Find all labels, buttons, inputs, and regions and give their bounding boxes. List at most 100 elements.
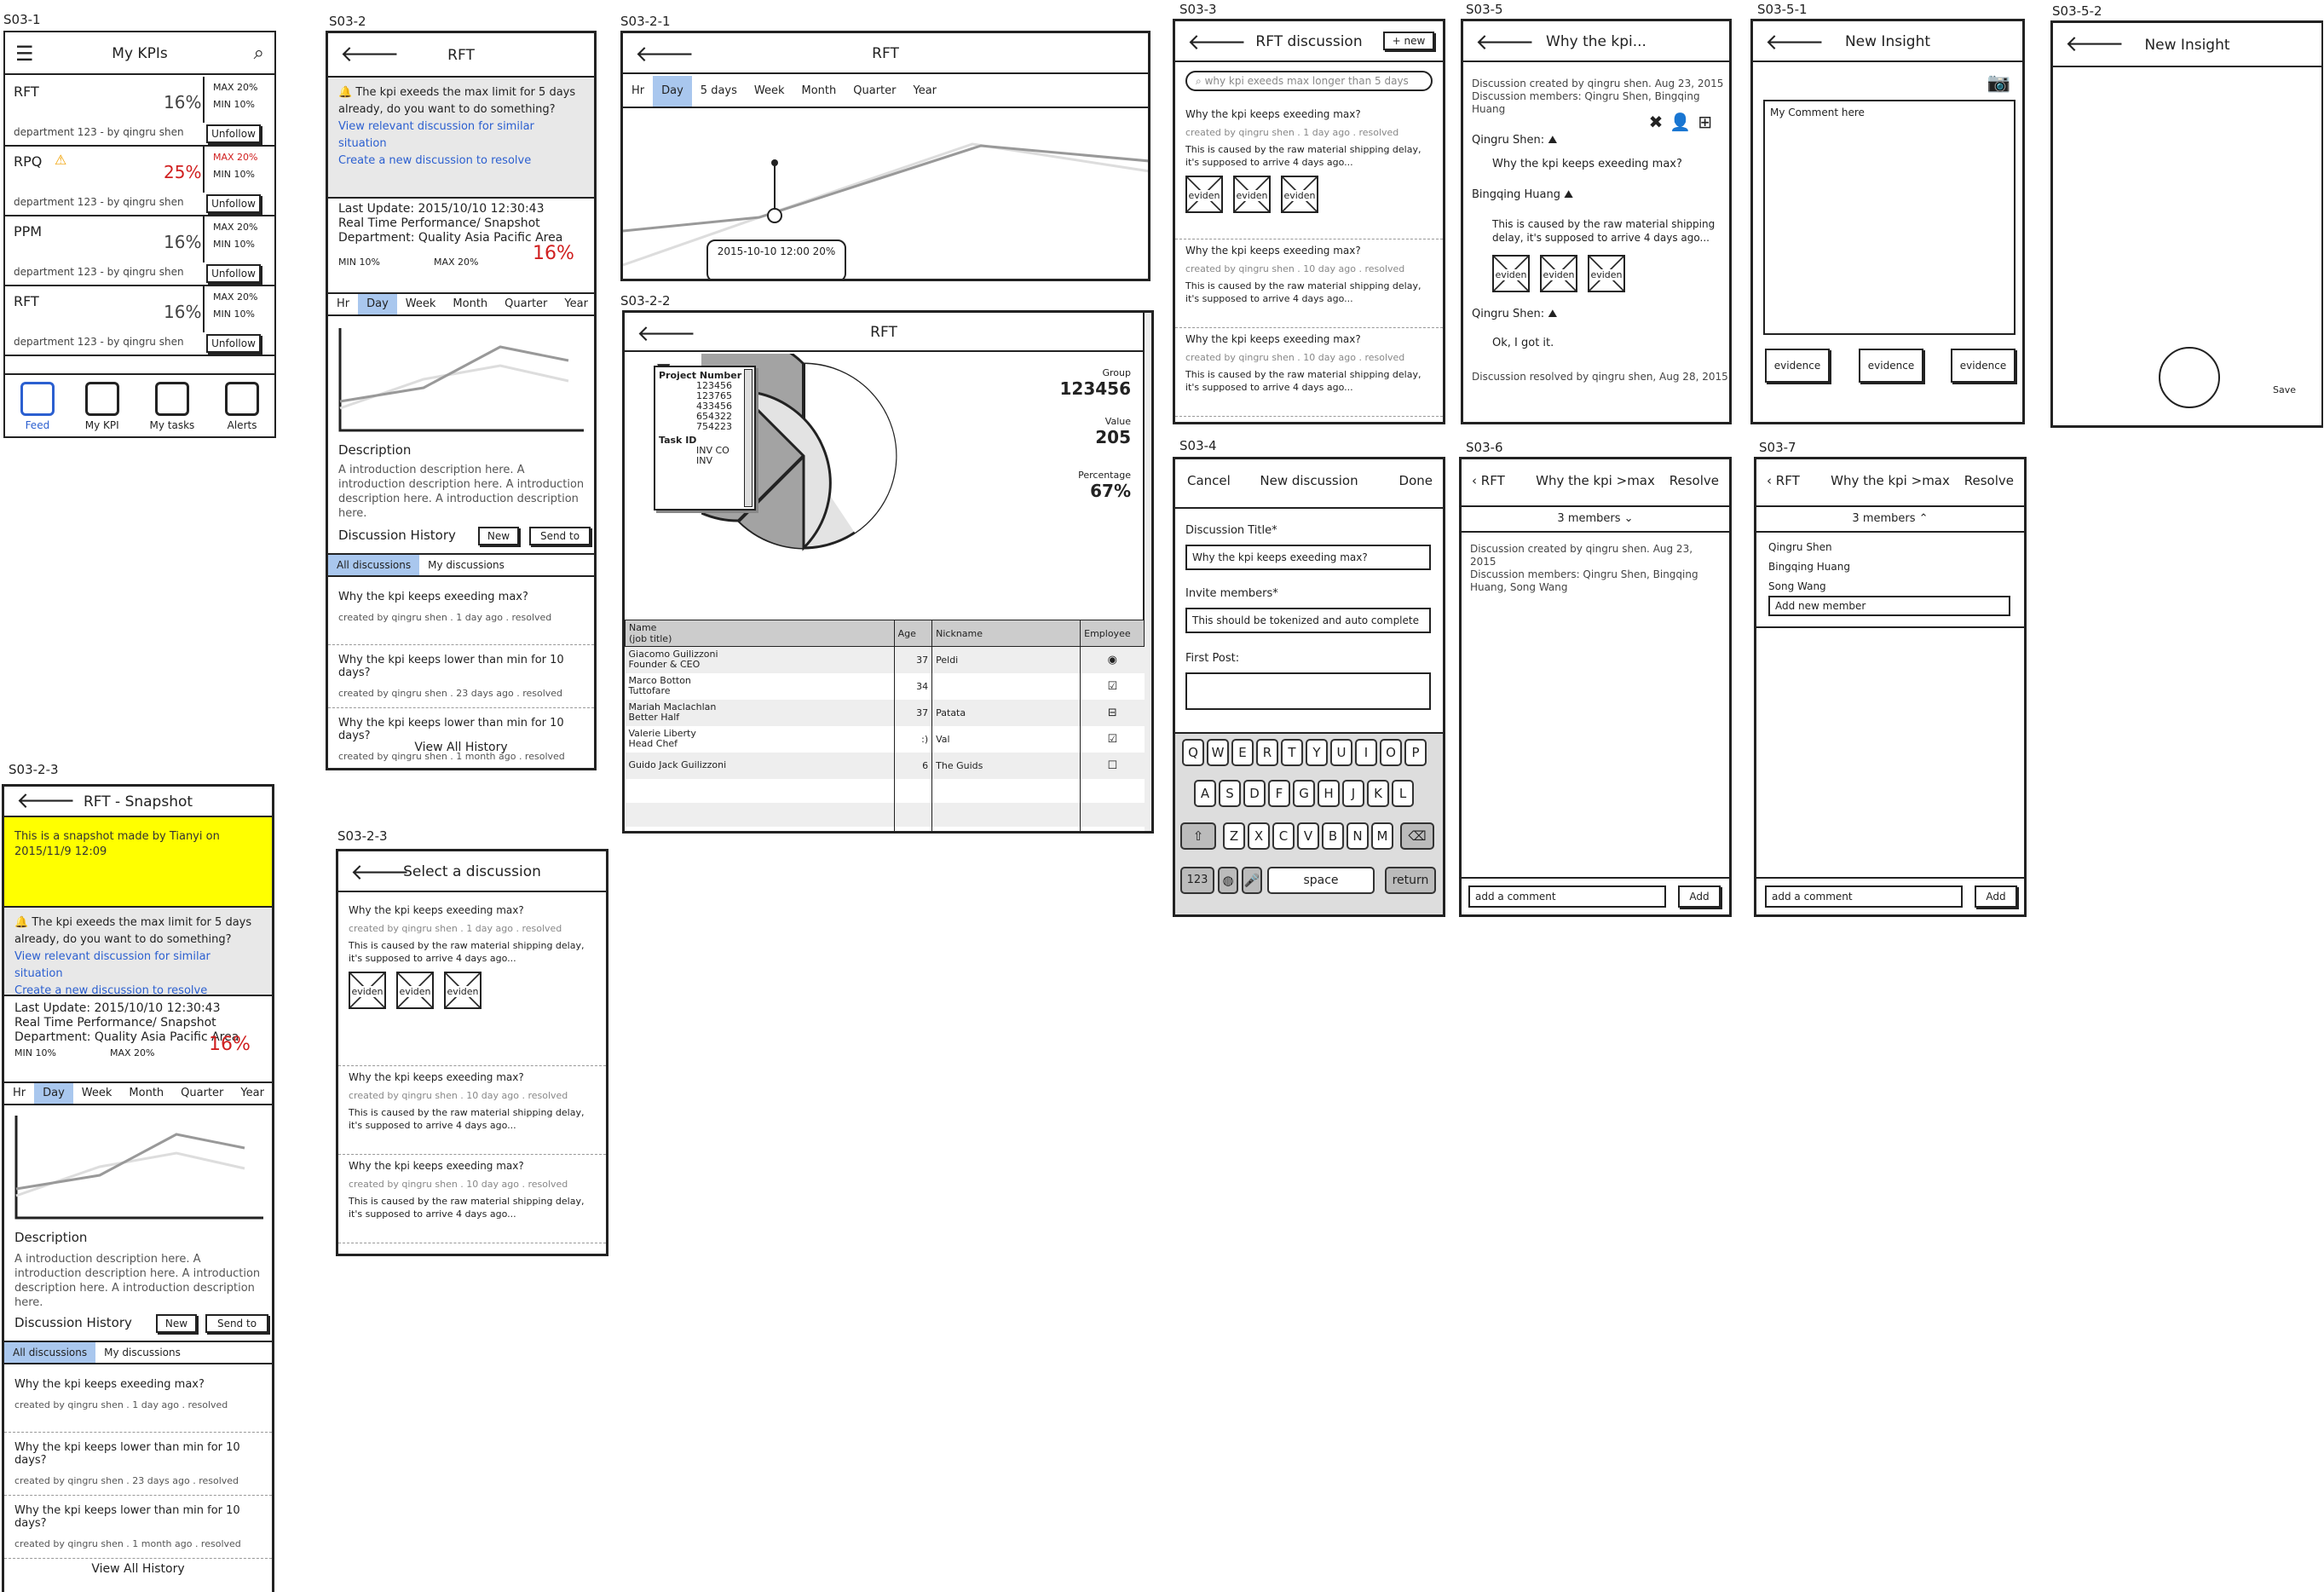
members-toggle[interactable]: 3 members ⌃ <box>1756 505 2024 533</box>
key-j[interactable]: J <box>1342 780 1364 807</box>
camera-icon[interactable]: 📷 <box>1987 72 2010 94</box>
tab-week[interactable]: Week <box>73 1083 121 1104</box>
employee-checkbox[interactable]: ⊟ <box>1108 707 1117 719</box>
save-button[interactable]: Save <box>2273 384 2296 395</box>
tab-year[interactable]: Year <box>556 294 594 314</box>
kpi-row[interactable]: RFT 16% MAX 20% MIN 10% department 123 - by … <box>5 77 274 147</box>
resolve-button[interactable]: Resolve <box>1669 473 1719 488</box>
back-arrow-icon[interactable]: 🡐 <box>350 860 410 885</box>
table-row[interactable]: Mariah Maclachlan Better Half 37 Patata ⊟ <box>625 699 1145 726</box>
kpi-row[interactable]: PPM 16% MAX 20% MIN 10% department 123 - by … <box>5 216 274 286</box>
unfollow-button[interactable]: Unfollow <box>206 334 261 353</box>
employee-checkbox[interactable]: ☑ <box>1107 680 1117 693</box>
add-member-input[interactable]: Add new member <box>1768 596 2010 616</box>
back-arrow-icon[interactable]: 🡐 <box>16 788 76 814</box>
tab-year[interactable]: Year <box>232 1083 272 1104</box>
key-k[interactable]: K <box>1367 780 1389 807</box>
key-z[interactable]: Z <box>1223 822 1245 850</box>
tab-my-discussions[interactable]: My discussions <box>95 1342 189 1363</box>
tab-week[interactable]: Week <box>746 76 793 107</box>
tab-my-tasks[interactable]: My tasks <box>149 382 194 436</box>
key-l[interactable]: L <box>1392 780 1414 807</box>
back-arrow-icon[interactable]: 🡐 <box>1187 30 1247 55</box>
first-post-input[interactable] <box>1185 672 1431 710</box>
employee-checkbox[interactable]: ☐ <box>1107 759 1117 772</box>
key-r[interactable]: R <box>1256 739 1278 766</box>
list-item[interactable]: Why the kpi keeps exeeding max? created b… <box>1175 328 1443 417</box>
add-button[interactable]: Add <box>1678 885 1721 908</box>
tab-month[interactable]: Month <box>120 1083 172 1104</box>
key-t[interactable]: T <box>1281 739 1303 766</box>
view-discussion-link[interactable]: View relevant discussion for similar sit… <box>338 118 584 153</box>
evidence-thumbnail[interactable]: eviden <box>1492 255 1530 292</box>
evidence-button[interactable]: evidence <box>1951 349 2015 383</box>
menu-icon[interactable]: ☰ <box>15 32 34 75</box>
evidence-thumbnail[interactable]: eviden <box>1281 176 1318 213</box>
title-input[interactable]: Why the kpi keeps exeeding max? <box>1185 545 1431 570</box>
list-item[interactable]: Why the kpi keeps exeeding max? created b… <box>1175 239 1443 328</box>
list-item[interactable]: Why the kpi keeps exeeding max? created b… <box>1175 103 1443 239</box>
evidence-thumbnail[interactable]: eviden <box>1588 255 1625 292</box>
evidence-thumbnail[interactable]: eviden <box>444 972 482 1009</box>
key-c[interactable]: C <box>1272 822 1295 850</box>
tab-alerts[interactable]: Alerts <box>225 382 260 436</box>
add-button[interactable]: Add <box>1975 885 2017 908</box>
column-header[interactable]: Age <box>893 620 933 647</box>
kpi-row[interactable]: RPQ ⚠ 25% MAX 20% MIN 10% department 123 - by… <box>5 147 274 216</box>
done-button[interactable]: Done <box>1399 473 1433 488</box>
key-n[interactable]: N <box>1347 822 1369 850</box>
tab-all-discussions[interactable]: All discussions <box>328 555 420 575</box>
list-item[interactable]: Why the kpi keeps exeeding max? created b… <box>338 899 606 1066</box>
tab-5-days[interactable]: 5 days <box>692 76 746 107</box>
tab-week[interactable]: Week <box>397 294 445 314</box>
tab-feed[interactable]: Feed <box>20 382 55 436</box>
employee-checkbox[interactable]: ☑ <box>1107 733 1117 746</box>
list-item[interactable]: Why the kpi keeps exeeding max? created b… <box>4 1370 272 1433</box>
key-d[interactable]: D <box>1243 780 1266 807</box>
key-q[interactable]: Q <box>1182 739 1204 766</box>
kpi-row[interactable]: RFT 16% MAX 20% MIN 10% department 123 - by … <box>5 286 274 356</box>
tab-quarter[interactable]: Quarter <box>496 294 556 314</box>
tab-hr[interactable]: Hr <box>328 294 358 314</box>
backspace-key[interactable]: ⌫ <box>1400 822 1434 850</box>
list-item[interactable]: Why the kpi keeps lower than min for 10 … <box>328 708 594 768</box>
resolve-button[interactable]: Resolve <box>1964 473 2014 488</box>
key-m[interactable]: M <box>1371 822 1393 850</box>
tab-day[interactable]: Day <box>358 294 397 314</box>
task-id[interactable]: INV <box>696 456 751 466</box>
evidence-thumbnail[interactable]: eviden <box>1233 176 1271 213</box>
new-discussion-button[interactable]: + new <box>1383 32 1434 50</box>
unfollow-button[interactable]: Unfollow <box>206 264 261 283</box>
tab-hr[interactable]: Hr <box>623 76 653 107</box>
back-arrow-icon[interactable]: 🡐 <box>340 42 400 67</box>
evidence-button[interactable]: evidence <box>1765 349 1830 383</box>
key-a[interactable]: A <box>1194 780 1216 807</box>
create-discussion-link[interactable]: Create a new discussion to resolve <box>14 983 262 1000</box>
tab-month[interactable]: Month <box>444 294 496 314</box>
globe-icon[interactable]: ◍ <box>1218 867 1238 894</box>
list-item[interactable]: Why the kpi keeps exeeding max? created b… <box>338 1066 606 1155</box>
key-b[interactable]: B <box>1322 822 1344 850</box>
tab-year[interactable]: Year <box>905 76 946 107</box>
back-arrow-icon[interactable]: 🡐 <box>1765 30 1825 55</box>
tab-my-kpi[interactable]: My KPI <box>84 382 119 436</box>
column-header[interactable]: Name (job title) <box>625 620 895 647</box>
mic-icon[interactable]: 🎤 <box>1242 867 1262 894</box>
employee-checkbox[interactable]: ◉ <box>1108 654 1117 666</box>
table-row[interactable]: Giacomo Guilizzoni Founder & CEO 37 Peldi ◉ <box>625 646 1145 673</box>
key-v[interactable]: V <box>1297 822 1319 850</box>
key-o[interactable]: O <box>1380 739 1402 766</box>
tab-quarter[interactable]: Quarter <box>172 1083 232 1104</box>
tab-month[interactable]: Month <box>793 76 845 107</box>
evidence-button[interactable]: evidence <box>1859 349 1923 383</box>
key-h[interactable]: H <box>1318 780 1340 807</box>
tab-hr[interactable]: Hr <box>4 1083 34 1104</box>
members-toggle[interactable]: 3 members ⌄ <box>1462 505 1729 533</box>
key-w[interactable]: W <box>1207 739 1229 766</box>
view-all-history-link[interactable]: View All History <box>328 741 594 754</box>
list-item[interactable]: Why the kpi keeps exeeding max? created b… <box>338 1155 606 1243</box>
tab-day[interactable]: Day <box>653 76 692 107</box>
tab-quarter[interactable]: Quarter <box>845 76 904 107</box>
new-button[interactable]: New <box>478 527 519 545</box>
search-input[interactable]: ⌕ why kpi exeeds max longer than 5 days <box>1185 71 1433 91</box>
